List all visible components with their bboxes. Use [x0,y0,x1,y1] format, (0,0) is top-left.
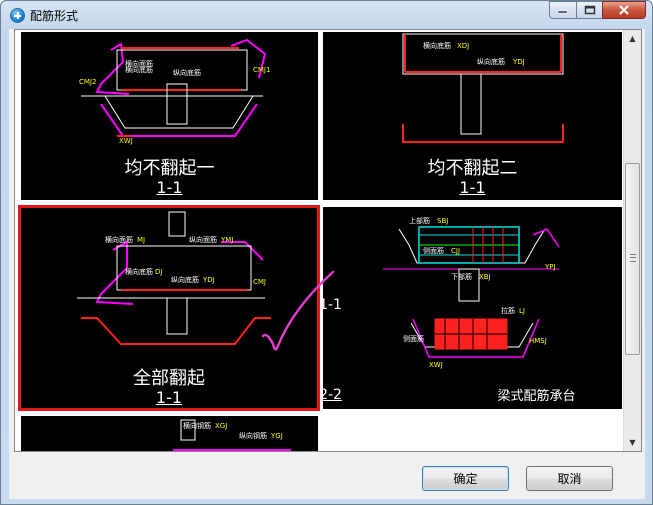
option-tile-2[interactable]: 横向底筋 XDJ 纵向底筋 YDJ 均不翻起二 1-1 [321,30,624,202]
option-tile-5[interactable]: 横向钢筋 XGJ 纵向钢筋 YGJ [19,414,320,451]
option-tile-4[interactable]: 上部筋 SBJ 侧面筋 CJJ 下部筋 XBJ YPJ 拉筋 LJ 侧面筋 HM… [321,205,624,411]
triangle-down-icon: ▼ [629,438,636,447]
close-button[interactable] [602,1,646,19]
grip-icon [630,254,636,262]
section-label-1: 1-1 [156,178,183,197]
option-tile-1[interactable]: 横向面筋 横向底筋 纵向底筋 CMJ2 CMJ1 XWJ 均不翻起一 1-1 [19,30,320,202]
options-list[interactable]: 横向面筋 横向底筋 纵向底筋 CMJ2 CMJ1 XWJ 均不翻起一 1-1 横… [14,29,642,452]
maximize-button[interactable] [576,1,602,19]
svg-text:横向钢筋: 横向钢筋 [183,421,211,430]
close-icon [619,5,629,15]
svg-text:XBJ: XBJ [479,273,491,281]
maximize-icon [584,5,595,15]
svg-text:横向底筋: 横向底筋 [125,65,153,74]
dialog-client: 横向面筋 横向底筋 纵向底筋 CMJ2 CMJ1 XWJ 均不翻起一 1-1 横… [9,29,645,499]
svg-text:纵向底筋: 纵向底筋 [477,57,505,66]
svg-text:侧面筋: 侧面筋 [403,334,424,343]
section-label-4a: 1-1 [321,297,342,313]
section-label-3: 1-1 [155,388,183,407]
svg-text:XDJ: XDJ [457,42,469,50]
svg-text:LJ: LJ [519,307,525,315]
svg-text:CMJ1: CMJ1 [253,66,270,74]
option-caption-2: 均不翻起二 [427,158,518,179]
window-title: 配筋形式 [30,9,79,23]
triangle-up-icon: ▲ [629,34,636,43]
svg-text:纵向底筋: 纵向底筋 [173,68,201,77]
minimize-icon [557,10,568,14]
section-label-2: 1-1 [459,178,486,197]
svg-text:SBJ: SBJ [437,217,448,225]
ok-button[interactable]: 确定 [422,466,509,491]
svg-text:YDJ: YDJ [202,276,215,284]
cancel-button[interactable]: 取消 [526,466,613,491]
svg-text:下部筋: 下部筋 [451,272,472,281]
svg-text:XWJ: XWJ [119,137,133,145]
minimize-button[interactable] [549,1,576,19]
svg-text:上部筋: 上部筋 [409,216,430,225]
svg-text:拉筋: 拉筋 [501,306,515,315]
option-caption-1: 均不翻起一 [124,158,215,179]
scroll-down-button[interactable]: ▼ [624,434,641,451]
check-mark-icon [261,270,335,351]
dialog-window: 配筋形式 横向面筋 横向底筋 纵向底筋 CMJ2 CMJ1 XWJ 均不翻起一 … [0,0,653,505]
scroll-up-button[interactable]: ▲ [624,30,641,47]
svg-text:纵向钢筋: 纵向钢筋 [239,431,267,440]
svg-text:YMJ: YMJ [220,236,233,244]
svg-text:HMSJ: HMSJ [529,337,547,345]
svg-text:XWJ: XWJ [429,361,443,369]
svg-text:YGJ: YGJ [270,432,283,440]
vertical-scrollbar[interactable]: ▲ ▼ [623,30,641,451]
svg-text:MJ: MJ [137,236,145,244]
title-bar[interactable]: 配筋形式 [1,1,652,29]
svg-text:DJ: DJ [155,268,162,276]
option-caption-4: 梁式配筋承台 [497,389,576,404]
svg-text:CJJ: CJJ [451,247,460,255]
svg-text:横向底筋: 横向底筋 [125,267,153,276]
svg-text:侧面筋: 侧面筋 [423,246,444,255]
app-icon [10,8,25,23]
svg-text:纵向面筋: 纵向面筋 [189,235,217,244]
svg-text:YPJ: YPJ [544,263,556,271]
svg-text:横向面筋: 横向面筋 [105,235,133,244]
svg-text:横向底筋: 横向底筋 [423,41,451,50]
scroll-thumb[interactable] [625,163,640,355]
svg-text:XGJ: XGJ [215,422,227,430]
option-caption-3: 全部翻起 [133,368,205,389]
caption-buttons [549,1,646,19]
svg-text:CMJ2: CMJ2 [79,78,96,86]
rebar-diagram-5: 横向钢筋 XGJ 纵向钢筋 YGJ [173,419,291,451]
svg-text:纵向底筋: 纵向底筋 [171,275,199,284]
svg-text:YDJ: YDJ [512,58,525,66]
